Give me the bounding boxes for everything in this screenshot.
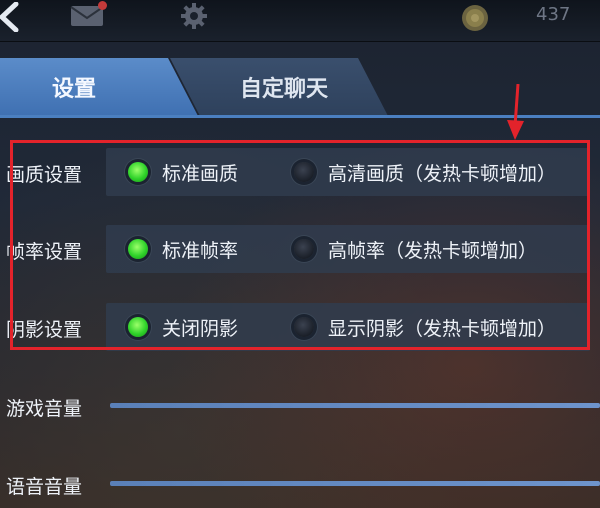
gear-icon[interactable] (180, 2, 208, 30)
voice-volume-label: 语音音量 (6, 476, 83, 498)
top-bar: 437 (0, 0, 600, 42)
voice-volume-slider[interactable] (110, 481, 600, 486)
tab-custom-chat-label: 自定聊天 (239, 77, 328, 102)
arrow-down-icon (507, 84, 524, 140)
tab-settings[interactable]: 设置 (0, 58, 198, 116)
coin-count: 437 (536, 4, 571, 25)
game-volume-label: 游戏音量 (6, 398, 83, 420)
game-volume-slider[interactable] (110, 403, 600, 408)
tab-settings-label: 设置 (51, 77, 96, 102)
notification-badge (98, 1, 107, 10)
back-icon[interactable] (0, 2, 22, 32)
tab-custom-chat[interactable]: 自定聊天 (170, 58, 388, 116)
coin-icon (462, 5, 488, 31)
highlight-box (10, 140, 590, 350)
